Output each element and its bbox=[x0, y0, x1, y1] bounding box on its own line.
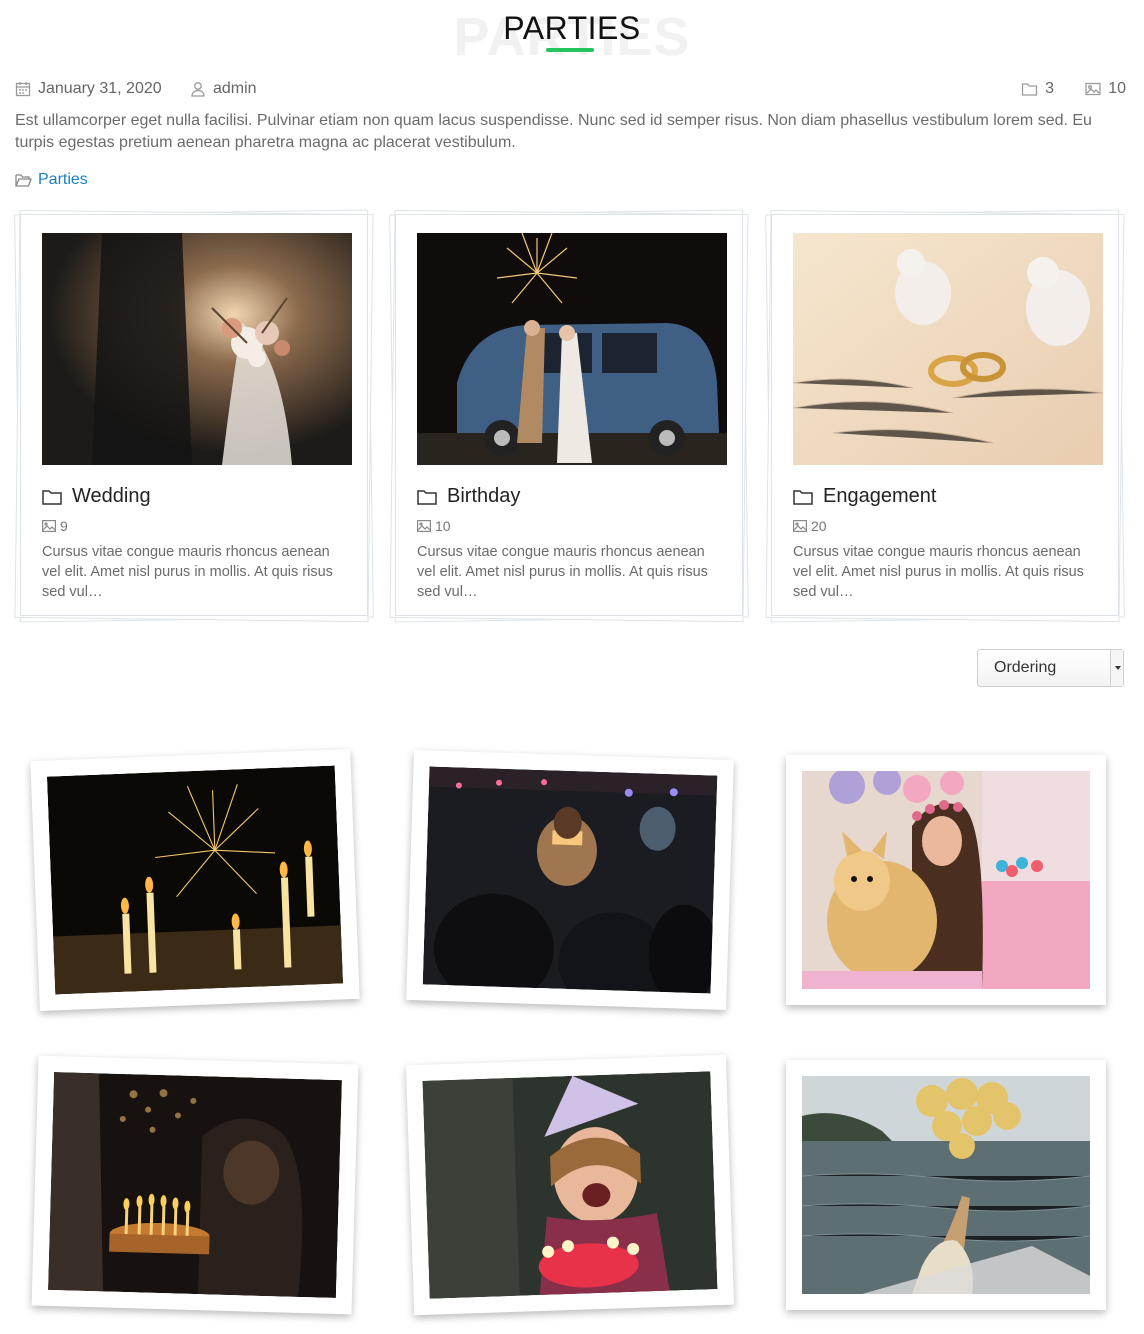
post-date-text: January 31, 2020 bbox=[38, 80, 162, 97]
album-title[interactable]: Birthday bbox=[417, 485, 520, 508]
balloons-boat-photo bbox=[802, 1076, 1090, 1294]
album-count: 3 bbox=[1021, 80, 1054, 98]
album-photo-count: 9 bbox=[42, 518, 68, 534]
album-title-text: Engagement bbox=[823, 485, 937, 507]
album-photo-count-text: 20 bbox=[811, 518, 827, 534]
category-link-label: Parties bbox=[38, 171, 88, 188]
album-card-wedding[interactable]: Wedding 9 Cursus vitae congue mauris rho… bbox=[14, 209, 374, 623]
page-header: PARTIES PARTIES bbox=[0, 0, 1144, 67]
image-icon bbox=[1085, 82, 1101, 96]
gallery-photo[interactable] bbox=[786, 1060, 1106, 1310]
image-icon bbox=[417, 520, 431, 532]
folder-open-icon bbox=[15, 174, 32, 187]
post-author: admin bbox=[190, 80, 257, 98]
album-description: Cursus vitae congue mauris rhoncus aenea… bbox=[42, 544, 333, 600]
album-cover-wedding[interactable] bbox=[42, 233, 352, 465]
album-description: Cursus vitae congue mauris rhoncus aenea… bbox=[793, 544, 1084, 600]
album-cover-birthday[interactable] bbox=[417, 233, 727, 465]
folder-icon bbox=[42, 489, 62, 505]
page-title: PARTIES bbox=[503, 10, 641, 46]
post-author-text: admin bbox=[213, 80, 257, 97]
album-title-text: Wedding bbox=[72, 485, 151, 507]
image-icon bbox=[793, 520, 807, 532]
post-date: January 31, 2020 bbox=[15, 80, 162, 98]
child-blowing-candles-photo bbox=[422, 1071, 718, 1299]
album-cover-engagement[interactable] bbox=[793, 233, 1103, 465]
van-fireworks-photo bbox=[417, 233, 727, 465]
ordering-selected-value: Ordering bbox=[994, 659, 1057, 676]
girl-with-dog-photo bbox=[802, 771, 1090, 989]
calendar-icon bbox=[15, 82, 31, 97]
gallery-photo[interactable] bbox=[786, 755, 1106, 1005]
album-card-front[interactable]: Engagement 20 Cursus vitae congue mauris… bbox=[771, 214, 1119, 616]
album-title[interactable]: Wedding bbox=[42, 485, 151, 508]
album-description: Cursus vitae congue mauris rhoncus aenea… bbox=[417, 544, 708, 600]
folder-icon bbox=[1021, 83, 1038, 96]
folder-icon bbox=[417, 489, 437, 505]
album-card-birthday[interactable]: Birthday 10 Cursus vitae congue mauris r… bbox=[389, 209, 749, 623]
album-title[interactable]: Engagement bbox=[793, 485, 936, 508]
sparkler-candles-photo bbox=[46, 765, 344, 995]
gallery-photo[interactable] bbox=[31, 1055, 359, 1315]
rings-doves-photo bbox=[793, 233, 1103, 465]
image-icon bbox=[42, 520, 56, 532]
photo-count: 10 bbox=[1085, 80, 1126, 98]
gallery-photo[interactable] bbox=[406, 750, 734, 1010]
gallery-description: Est ullamcorper eget nulla facilisi. Pul… bbox=[15, 112, 1092, 151]
party-cake-night-photo bbox=[422, 766, 718, 994]
gallery-photo[interactable] bbox=[405, 1054, 735, 1316]
album-photo-count: 10 bbox=[417, 518, 451, 534]
wedding-bouquet-photo bbox=[42, 233, 352, 465]
gallery-photo[interactable] bbox=[30, 748, 360, 1012]
album-card-front[interactable]: Birthday 10 Cursus vitae congue mauris r… bbox=[395, 214, 743, 616]
title-underline bbox=[546, 48, 594, 52]
album-card-front[interactable]: Wedding 9 Cursus vitae congue mauris rho… bbox=[20, 214, 368, 616]
birthday-cake-candles-photo bbox=[48, 1072, 342, 1298]
album-photo-count-text: 10 bbox=[435, 518, 451, 534]
ordering-select[interactable]: Ordering bbox=[977, 649, 1124, 687]
folder-icon bbox=[793, 489, 813, 505]
post-meta: January 31, 2020 admin 3 10 bbox=[15, 80, 1126, 102]
album-title-text: Birthday bbox=[447, 485, 521, 507]
album-photo-count: 20 bbox=[793, 518, 827, 534]
chevron-down-icon[interactable] bbox=[1110, 650, 1123, 686]
album-count-text: 3 bbox=[1045, 80, 1054, 97]
user-icon bbox=[191, 82, 205, 97]
category-link[interactable]: Parties bbox=[15, 171, 88, 189]
album-photo-count-text: 9 bbox=[60, 518, 68, 534]
photo-count-text: 10 bbox=[1108, 80, 1126, 97]
album-card-engagement[interactable]: Engagement 20 Cursus vitae congue mauris… bbox=[765, 209, 1125, 623]
